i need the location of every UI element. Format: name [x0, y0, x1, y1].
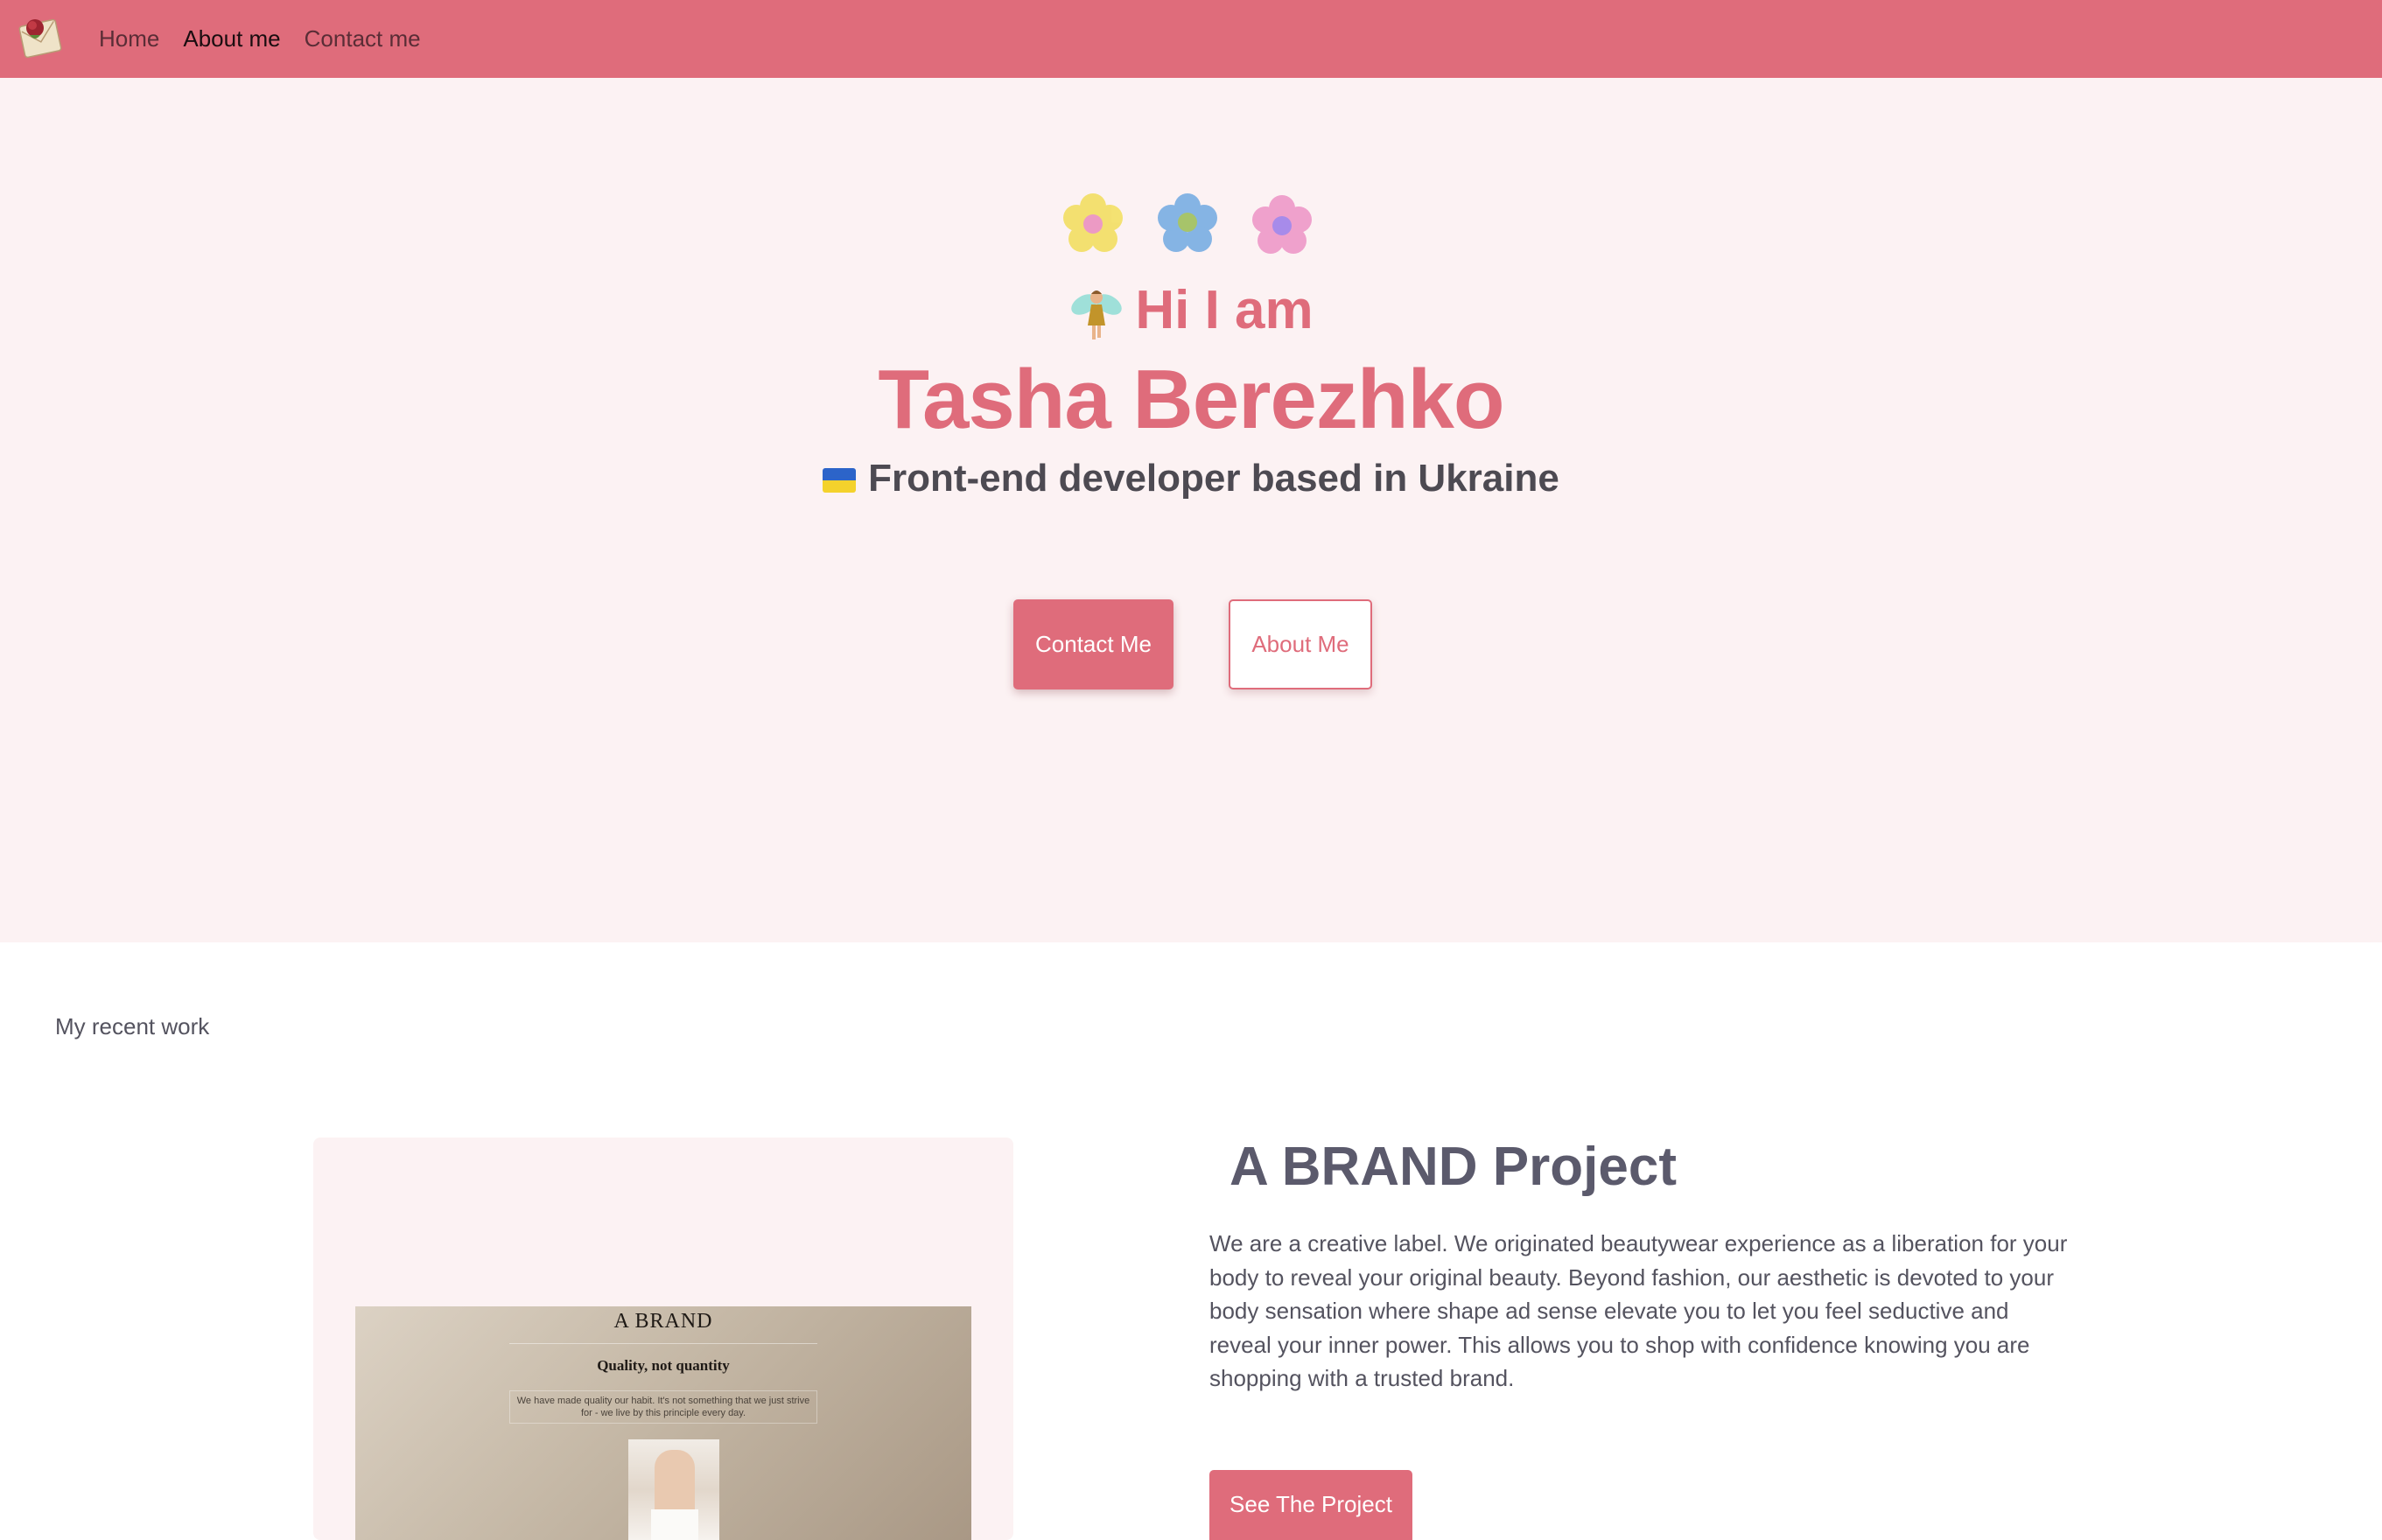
preview-divider: [509, 1343, 817, 1344]
blue-flower-icon: [1158, 193, 1217, 252]
project-screenshot[interactable]: A BRAND Quality, not quantity We have ma…: [355, 1306, 971, 1540]
fairy-emoji-icon: [1071, 290, 1123, 340]
hero-name: Tasha Berezhko: [878, 353, 1504, 446]
pink-flower-icon: [1252, 195, 1312, 254]
preview-blurb: We have made quality our habit. It's not…: [509, 1390, 817, 1424]
hero-role: Front-end developer based in Ukraine: [0, 457, 2382, 500]
top-navbar: Home About me Contact me: [0, 0, 2382, 78]
hero-greeting: Hi I am: [0, 279, 2382, 343]
contact-me-button[interactable]: Contact Me: [1013, 599, 1173, 690]
project-title: A BRAND Project: [1230, 1137, 1677, 1197]
project-description: We are a creative label. We originated b…: [1209, 1230, 2068, 1391]
about-me-button[interactable]: About Me: [1229, 599, 1372, 690]
see-the-project-button[interactable]: See The Project: [1209, 1470, 1412, 1540]
main-nav: Home About me Contact me: [99, 0, 445, 78]
section-label-recent-work: My recent work: [55, 1013, 210, 1040]
preview-brand-title: A BRAND: [613, 1310, 713, 1333]
project-preview-card: A BRAND Quality, not quantity We have ma…: [313, 1138, 1013, 1540]
nav-link-home[interactable]: Home: [99, 25, 159, 52]
ukraine-flag-emoji-icon: [823, 468, 857, 494]
flower-decorations: [0, 190, 2382, 260]
nav-link-about-me[interactable]: About me: [183, 25, 280, 52]
yellow-flower-icon: [1063, 193, 1123, 252]
preview-tagline: Quality, not quantity: [597, 1357, 730, 1374]
hero-role-text: Front-end developer based in Ukraine: [868, 457, 1559, 500]
hero-greeting-text: Hi I am: [1135, 280, 1314, 340]
nav-link-contact-me[interactable]: Contact me: [305, 25, 421, 52]
envelope-with-rose-logo[interactable]: [14, 10, 67, 63]
preview-model-photo: [628, 1439, 719, 1540]
hero-section: Hi I am Tasha Berezhko Front-end develop…: [0, 78, 2382, 942]
